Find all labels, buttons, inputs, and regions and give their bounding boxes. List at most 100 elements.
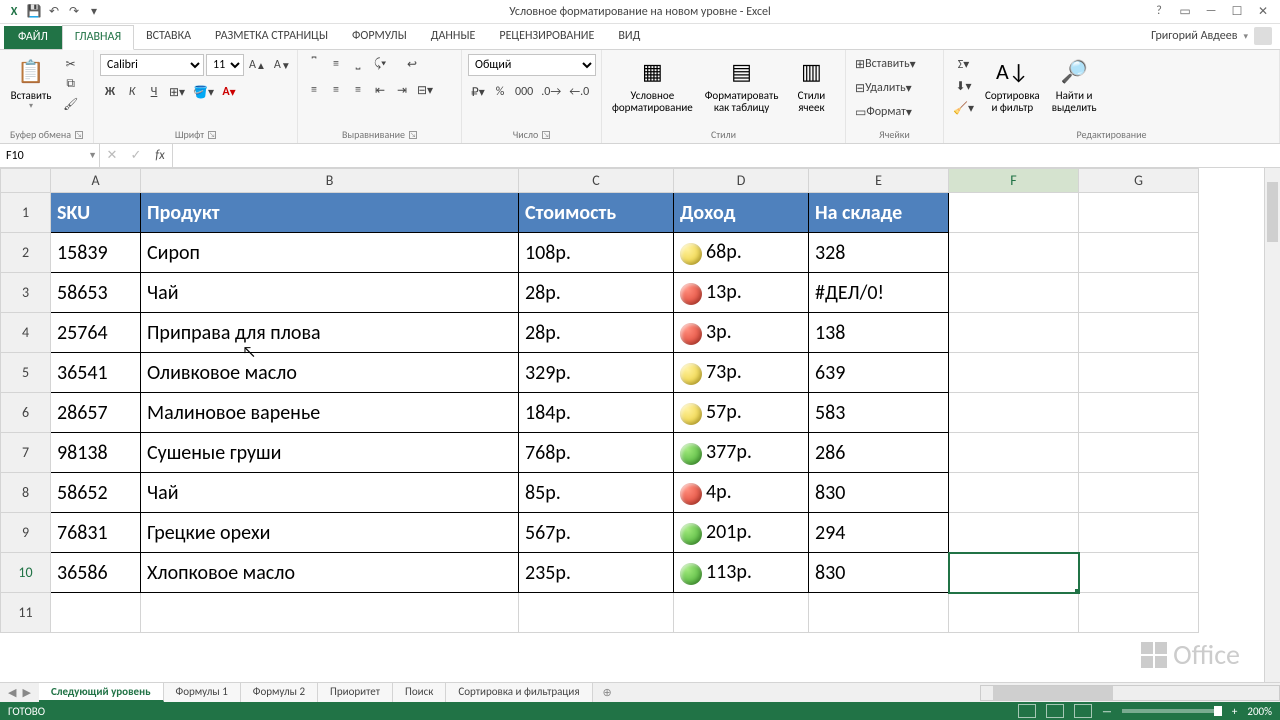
- view-layout-icon[interactable]: [1046, 704, 1064, 718]
- cell[interactable]: Малиновое варенье: [141, 393, 519, 433]
- cell[interactable]: 76831: [51, 513, 141, 553]
- currency-icon[interactable]: ₽▾: [468, 82, 488, 102]
- cell[interactable]: 583: [809, 393, 949, 433]
- tab-вставка[interactable]: ВСТАВКА: [134, 25, 203, 49]
- sheet-tab[interactable]: Поиск: [393, 683, 446, 702]
- cell[interactable]: 113р.: [674, 553, 809, 593]
- autosum-icon[interactable]: Σ▾: [950, 54, 977, 74]
- row-header[interactable]: 7: [1, 433, 51, 473]
- row-header[interactable]: 10: [1, 553, 51, 593]
- row-header[interactable]: 2: [1, 233, 51, 273]
- cell[interactable]: 73р.: [674, 353, 809, 393]
- cell[interactable]: Приправа для плова: [141, 313, 519, 353]
- formula-input[interactable]: [173, 144, 1280, 167]
- tab-данные[interactable]: ДАННЫЕ: [419, 25, 488, 49]
- cell[interactable]: [1079, 353, 1199, 393]
- tab-file[interactable]: ФАЙЛ: [4, 26, 62, 49]
- find-select-button[interactable]: 🔎Найти и выделить: [1048, 54, 1101, 116]
- cancel-formula-icon[interactable]: ✕: [100, 148, 124, 163]
- cell[interactable]: 830: [809, 553, 949, 593]
- cell[interactable]: 58652: [51, 473, 141, 513]
- cell[interactable]: Хлопковое масло: [141, 553, 519, 593]
- col-header[interactable]: F: [949, 169, 1079, 193]
- wrap-text-icon[interactable]: ↩: [402, 54, 422, 74]
- decrease-indent-icon[interactable]: ⇤: [370, 80, 390, 100]
- cell[interactable]: [949, 513, 1079, 553]
- row-header[interactable]: 8: [1, 473, 51, 513]
- font-size-select[interactable]: 11: [206, 54, 244, 76]
- table-header-cell[interactable]: Продукт: [141, 193, 519, 233]
- align-left-icon[interactable]: ≡: [304, 80, 324, 100]
- font-color-icon[interactable]: А▾: [219, 82, 239, 102]
- decrease-decimal-icon[interactable]: ←.0: [566, 82, 592, 102]
- align-center-icon[interactable]: ≡: [326, 80, 346, 100]
- cell[interactable]: [1079, 313, 1199, 353]
- cell[interactable]: 15839: [51, 233, 141, 273]
- cell[interactable]: 567р.: [519, 513, 674, 553]
- save-icon[interactable]: 💾: [26, 4, 42, 20]
- align-middle-icon[interactable]: ≡: [326, 54, 346, 74]
- cell[interactable]: 286: [809, 433, 949, 473]
- table-header-cell[interactable]: SKU: [51, 193, 141, 233]
- tab-рецензирование[interactable]: РЕЦЕНЗИРОВАНИЕ: [487, 25, 606, 49]
- thousands-icon[interactable]: 000: [512, 82, 536, 102]
- view-normal-icon[interactable]: [1018, 704, 1036, 718]
- cell[interactable]: 57р.: [674, 393, 809, 433]
- cell[interactable]: [949, 473, 1079, 513]
- format-painter-icon[interactable]: 🖌: [60, 94, 81, 114]
- cell[interactable]: 36586: [51, 553, 141, 593]
- align-top-icon[interactable]: ⎴: [304, 54, 324, 74]
- cell[interactable]: Оливковое масло: [141, 353, 519, 393]
- table-header-cell[interactable]: Стоимость: [519, 193, 674, 233]
- decrease-font-icon[interactable]: A▼: [271, 55, 294, 75]
- row-header[interactable]: 11: [1, 593, 51, 633]
- qat-customize-icon[interactable]: ▾: [86, 4, 102, 20]
- increase-font-icon[interactable]: A▲: [246, 55, 269, 75]
- sheet-tab[interactable]: Сортировка и фильтрация: [446, 683, 592, 702]
- close-icon[interactable]: ✕: [1254, 4, 1272, 19]
- table-header-cell[interactable]: На складе: [809, 193, 949, 233]
- tab-вид[interactable]: ВИД: [606, 25, 652, 49]
- cell[interactable]: #ДЕЛ/0!: [809, 273, 949, 313]
- zoom-slider[interactable]: [1122, 709, 1222, 713]
- cell[interactable]: [1079, 473, 1199, 513]
- help-icon[interactable]: ?: [1150, 4, 1168, 19]
- sheet-tab[interactable]: Следующий уровень: [39, 683, 164, 702]
- col-header[interactable]: C: [519, 169, 674, 193]
- sheet-tab[interactable]: Формулы 1: [164, 683, 241, 702]
- cell[interactable]: 184р.: [519, 393, 674, 433]
- maximize-icon[interactable]: ☐: [1228, 4, 1246, 19]
- fill-color-icon[interactable]: 🪣▾: [190, 82, 217, 102]
- cell[interactable]: 328: [809, 233, 949, 273]
- cell[interactable]: 36541: [51, 353, 141, 393]
- redo-icon[interactable]: ↷: [66, 4, 82, 20]
- cell[interactable]: 68р.: [674, 233, 809, 273]
- cell[interactable]: [1079, 513, 1199, 553]
- cell[interactable]: 294: [809, 513, 949, 553]
- cell[interactable]: [949, 273, 1079, 313]
- fx-icon[interactable]: fx: [148, 148, 172, 163]
- zoom-out-icon[interactable]: —: [1102, 705, 1112, 718]
- bold-button[interactable]: Ж: [100, 82, 120, 102]
- sheet-nav-next-icon[interactable]: ▶: [20, 686, 32, 699]
- clear-icon[interactable]: 🧹▾: [950, 98, 977, 118]
- cell[interactable]: [1079, 273, 1199, 313]
- percent-icon[interactable]: %: [490, 82, 510, 102]
- undo-icon[interactable]: ↶: [46, 4, 62, 20]
- cell[interactable]: 830: [809, 473, 949, 513]
- copy-icon[interactable]: ⧉: [60, 74, 81, 94]
- align-bottom-icon[interactable]: ⎵: [348, 54, 368, 74]
- cell[interactable]: 28657: [51, 393, 141, 433]
- name-box[interactable]: F10▼: [0, 144, 100, 167]
- cell-styles-button[interactable]: ▥Стили ячеек: [786, 54, 836, 116]
- delete-cells-button[interactable]: ⊟ Удалить ▾: [852, 78, 915, 98]
- format-cells-button[interactable]: ▭ Формат ▾: [852, 102, 915, 122]
- row-header[interactable]: 6: [1, 393, 51, 433]
- cell[interactable]: [949, 433, 1079, 473]
- cell[interactable]: [949, 353, 1079, 393]
- vertical-scrollbar[interactable]: [1264, 168, 1280, 682]
- sort-filter-button[interactable]: A↓Сортировка и фильтр: [981, 54, 1044, 116]
- underline-button[interactable]: Ч: [144, 82, 164, 102]
- cell[interactable]: 235р.: [519, 553, 674, 593]
- cell[interactable]: [949, 553, 1079, 593]
